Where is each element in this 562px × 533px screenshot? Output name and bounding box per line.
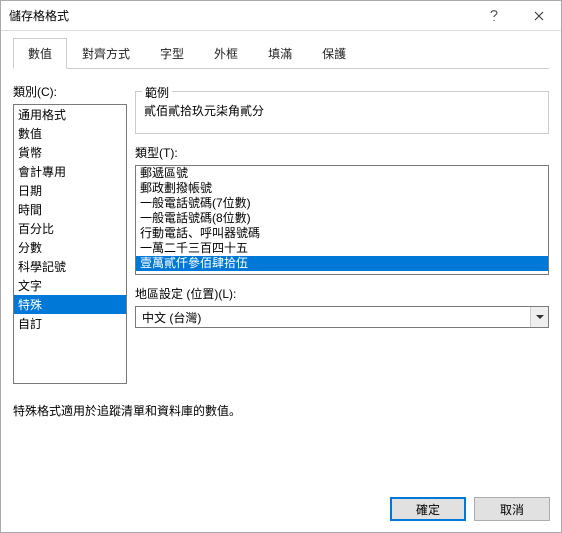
category-item[interactable]: 文字 xyxy=(14,276,126,295)
dropdown-button[interactable] xyxy=(530,307,548,327)
ok-button[interactable]: 確定 xyxy=(390,497,466,521)
sample-value: 貳佰貳拾玖元柒角貳分 xyxy=(144,102,540,119)
help-icon xyxy=(489,9,499,23)
category-label: 類別(C): xyxy=(13,83,127,100)
help-button[interactable] xyxy=(471,1,516,30)
close-button[interactable] xyxy=(516,1,561,30)
category-item[interactable]: 自訂 xyxy=(14,314,126,333)
type-item[interactable]: 一般電話號碼(8位數) xyxy=(136,211,548,226)
type-item[interactable]: 一萬二千三百四十五 xyxy=(136,241,548,256)
cancel-button[interactable]: 取消 xyxy=(474,497,550,521)
locale-label: 地區設定 (位置)(L): xyxy=(135,285,549,302)
type-item[interactable]: 一般電話號碼(7位數) xyxy=(136,196,548,211)
tab-label: 數值 xyxy=(28,47,52,61)
category-item[interactable]: 數值 xyxy=(14,124,126,143)
type-item[interactable]: 郵遞區號 xyxy=(136,166,548,181)
category-listbox[interactable]: 通用格式數值貨幣會計專用日期時間百分比分數科學記號文字特殊自訂 xyxy=(13,104,127,384)
locale-select[interactable]: 中文 (台灣) xyxy=(135,306,549,328)
window-title: 儲存格格式 xyxy=(9,7,471,24)
category-item[interactable]: 分數 xyxy=(14,238,126,257)
tab-font[interactable]: 字型 xyxy=(145,38,199,69)
tab-alignment[interactable]: 對齊方式 xyxy=(67,38,145,69)
category-item[interactable]: 百分比 xyxy=(14,219,126,238)
titlebar: 儲存格格式 xyxy=(1,1,561,31)
sample-label: 範例 xyxy=(142,84,172,101)
tab-label: 填滿 xyxy=(268,47,292,61)
type-listbox[interactable]: 郵遞區號郵政劃撥帳號一般電話號碼(7位數)一般電話號碼(8位數)行動電話、呼叫器… xyxy=(135,165,549,275)
type-item[interactable]: 壹萬貳仟參佰肆拾伍 xyxy=(136,256,548,271)
category-item[interactable]: 時間 xyxy=(14,200,126,219)
category-item[interactable]: 會計專用 xyxy=(14,162,126,181)
category-item[interactable]: 特殊 xyxy=(14,295,126,314)
type-label: 類型(T): xyxy=(135,144,549,161)
chevron-down-icon xyxy=(536,315,544,319)
ok-label: 確定 xyxy=(416,501,440,518)
tab-label: 字型 xyxy=(160,47,184,61)
type-item[interactable]: 郵政劃撥帳號 xyxy=(136,181,548,196)
type-item[interactable]: 行動電話、呼叫器號碼 xyxy=(136,226,548,241)
category-item[interactable]: 日期 xyxy=(14,181,126,200)
tab-border[interactable]: 外框 xyxy=(199,38,253,69)
dialog-content: 數值 對齊方式 字型 外框 填滿 保護 類別(C): 通用格式數值貨幣會計專用日… xyxy=(1,31,561,431)
description-text: 特殊格式適用於追蹤清單和資料庫的數值。 xyxy=(13,402,549,419)
sample-box: 範例 貳佰貳拾玖元柒角貳分 xyxy=(135,91,549,134)
locale-value: 中文 (台灣) xyxy=(136,307,530,327)
category-item[interactable]: 通用格式 xyxy=(14,105,126,124)
close-icon xyxy=(534,11,544,21)
tab-label: 外框 xyxy=(214,47,238,61)
tab-strip: 數值 對齊方式 字型 外框 填滿 保護 xyxy=(13,37,549,69)
tab-label: 對齊方式 xyxy=(82,47,130,61)
cancel-label: 取消 xyxy=(500,501,524,518)
tab-fill[interactable]: 填滿 xyxy=(253,38,307,69)
category-item[interactable]: 貨幣 xyxy=(14,143,126,162)
tab-number[interactable]: 數值 xyxy=(13,38,67,69)
category-item[interactable]: 科學記號 xyxy=(14,257,126,276)
tab-protection[interactable]: 保護 xyxy=(307,38,361,69)
tab-label: 保護 xyxy=(322,47,346,61)
dialog-footer: 確定 取消 xyxy=(390,497,550,521)
